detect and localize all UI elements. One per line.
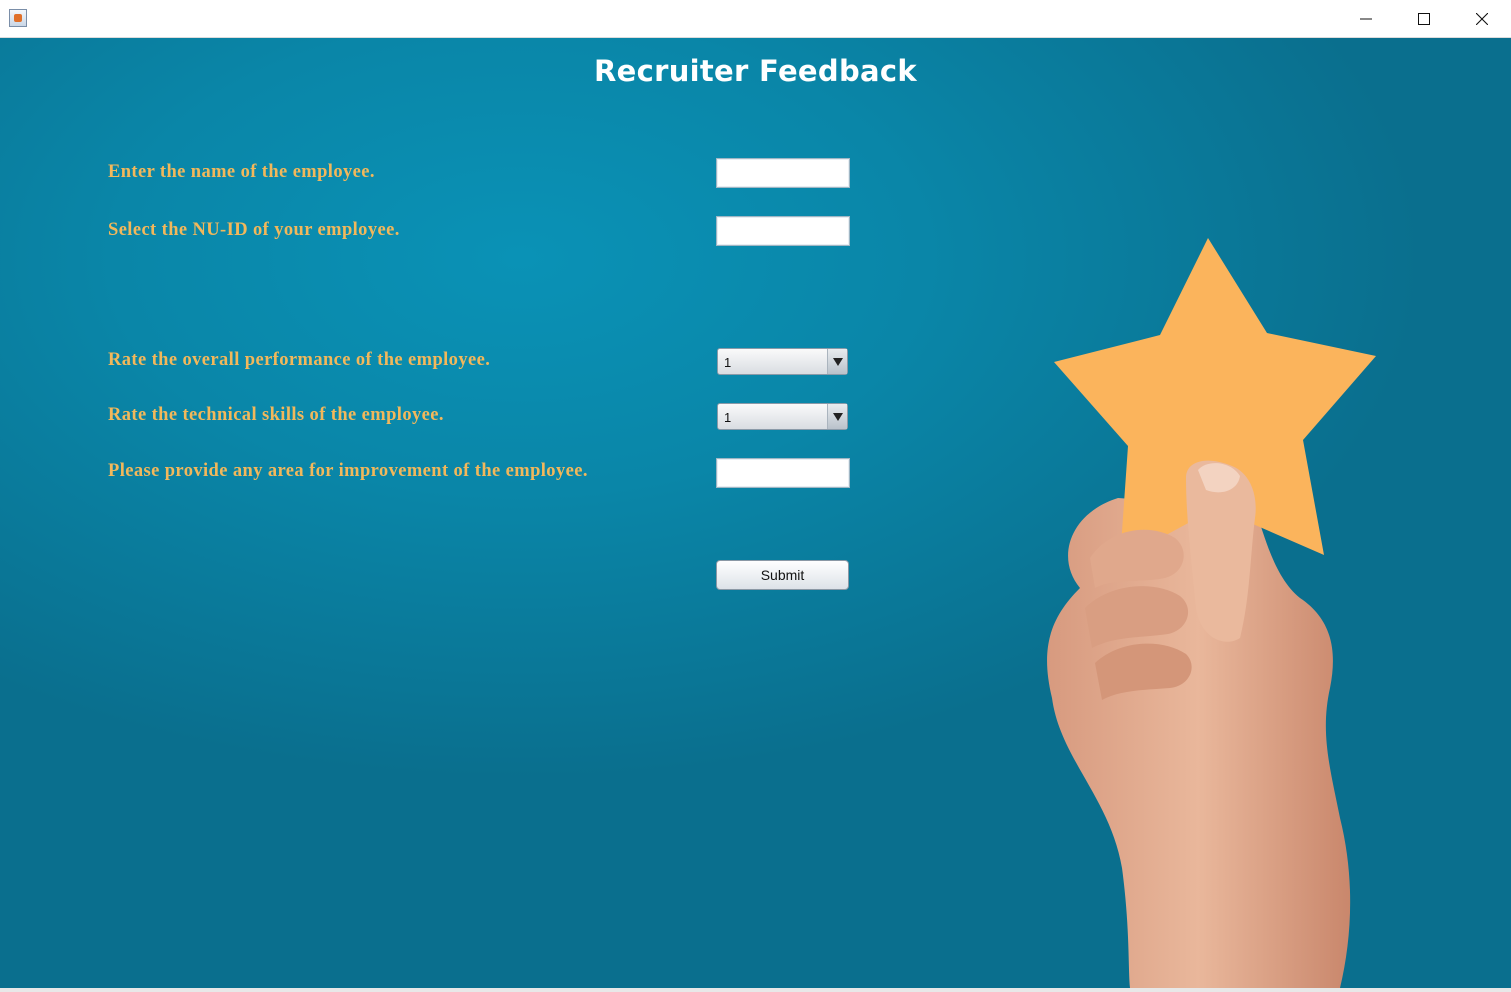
nuid-label: Select the NU-ID of your employee. (108, 220, 400, 240)
improvement-label: Please provide any area for improvement … (108, 461, 588, 481)
employee-name-input[interactable] (716, 158, 850, 188)
minimize-button[interactable] (1337, 0, 1395, 37)
window-titlebar (0, 0, 1511, 38)
page-title: Recruiter Feedback (594, 54, 917, 88)
overall-performance-select[interactable]: 1 (717, 348, 848, 375)
dropdown-arrow-icon[interactable] (827, 349, 847, 374)
improvement-input[interactable] (716, 458, 850, 488)
submit-button[interactable]: Submit (716, 560, 849, 590)
close-icon (1476, 12, 1488, 25)
close-button[interactable] (1453, 0, 1511, 37)
overall-performance-value: 1 (724, 355, 732, 370)
maximize-button[interactable] (1395, 0, 1453, 37)
dropdown-arrow-icon[interactable] (827, 404, 847, 429)
employee-name-label: Enter the name of the employee. (108, 162, 375, 182)
technical-skills-select[interactable]: 1 (717, 403, 848, 430)
nuid-input[interactable] (716, 216, 850, 246)
maximize-icon (1418, 12, 1430, 25)
minimize-icon (1360, 18, 1372, 19)
feedback-panel: Recruiter Feedback Enter the name of the… (0, 38, 1511, 988)
technical-skills-label: Rate the technical skills of the employe… (108, 405, 444, 425)
hand-holding-star-image (1047, 238, 1376, 988)
technical-skills-value: 1 (724, 410, 732, 425)
overall-performance-label: Rate the overall performance of the empl… (108, 350, 491, 370)
window-bottom-border (0, 988, 1511, 992)
java-app-icon[interactable] (9, 9, 27, 27)
